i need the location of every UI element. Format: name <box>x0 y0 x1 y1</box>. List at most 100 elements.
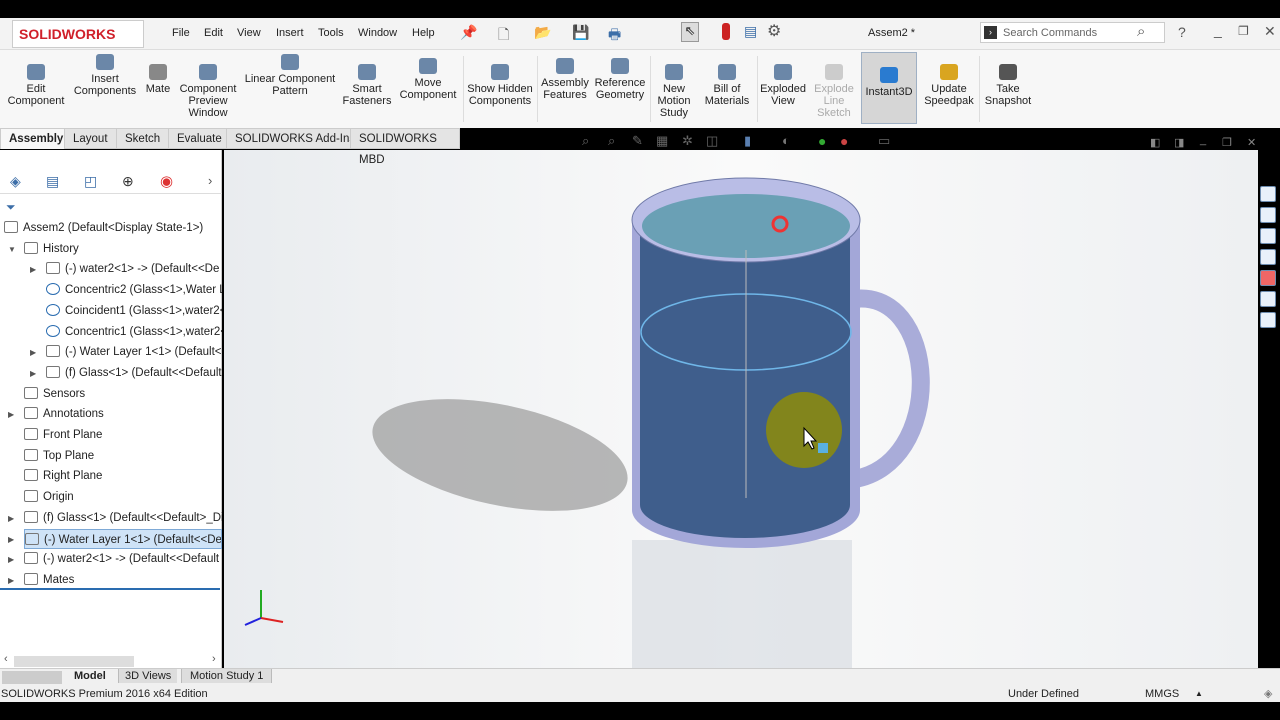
section-view-icon[interactable]: ▦ <box>656 133 668 149</box>
tab-3d-views[interactable]: 3D Views <box>118 669 178 683</box>
tree-item[interactable]: Annotations <box>24 404 222 424</box>
tree-rollback-bar[interactable] <box>0 588 220 590</box>
expand-panel-icon[interactable]: › <box>208 173 212 188</box>
tree-item[interactable]: Origin <box>24 487 222 507</box>
print-icon[interactable]: 🖶 <box>608 24 621 48</box>
expand-arrow-icon[interactable]: ▼ <box>8 245 16 254</box>
view-settings-icon[interactable]: ▭ <box>878 133 890 149</box>
forum-icon[interactable] <box>1260 312 1276 328</box>
expand-arrow-icon[interactable]: ▶ <box>8 410 14 419</box>
design-library-icon[interactable] <box>1260 207 1276 223</box>
dimxpert-icon[interactable]: ⊕ <box>122 173 134 190</box>
tree-item[interactable]: (f) Glass<1> (Default<<Default <box>46 363 222 383</box>
expand-arrow-icon[interactable]: ▶ <box>8 576 14 585</box>
search-commands[interactable]: › Search Commands ⌕ <box>980 22 1165 43</box>
filter-icon[interactable]: ⏷ <box>6 200 16 215</box>
new-motion-study-button[interactable]: New Motion Study <box>652 64 696 119</box>
scroll-left-icon[interactable]: ‹ <box>4 653 8 665</box>
tab-motion-study-1[interactable]: Motion Study 1 <box>181 669 273 683</box>
menu-tools[interactable]: Tools <box>318 27 344 39</box>
hide-show-icon[interactable]: ◐ <box>782 133 790 148</box>
zoom-area-icon[interactable]: ⌕ <box>608 133 615 149</box>
minimize-icon[interactable]: _ <box>1214 22 1222 38</box>
previous-view-icon[interactable]: ✎ <box>632 133 643 149</box>
view-palette-icon[interactable] <box>1260 249 1276 265</box>
tab-model[interactable]: Model <box>74 670 106 682</box>
expand-arrow-icon[interactable]: ▶ <box>8 535 14 544</box>
tab-addins[interactable]: SOLIDWORKS Add-Ins <box>226 128 365 149</box>
property-manager-icon[interactable]: ▤ <box>46 173 59 190</box>
view-orientation-icon[interactable]: ◫ <box>706 133 718 149</box>
custom-properties-icon[interactable] <box>1260 291 1276 307</box>
scroll-right-icon[interactable]: › <box>212 653 216 665</box>
tile-right-icon[interactable]: ◨ <box>1174 136 1184 149</box>
tree-item[interactable]: Sensors <box>24 384 222 404</box>
units-up-icon[interactable]: ▲ <box>1195 686 1203 702</box>
assembly-features-button[interactable]: Assembly Features <box>540 58 590 101</box>
tab-scroll-arrows[interactable] <box>2 671 62 684</box>
tree-item[interactable]: Top Plane <box>24 446 222 466</box>
expand-arrow-icon[interactable]: ▶ <box>30 369 36 378</box>
tree-item[interactable]: (f) Glass<1> (Default<<Default>_Di <box>24 508 222 528</box>
help-icon[interactable]: ? <box>1178 24 1186 40</box>
search-icon[interactable]: ⌕ <box>1137 23 1145 40</box>
tab-assembly[interactable]: Assembly <box>0 128 73 149</box>
show-hidden-components-button[interactable]: Show Hidden Components <box>466 64 534 107</box>
units-selector[interactable]: MMGS <box>1145 686 1179 702</box>
select-icon[interactable]: ⇖ <box>681 22 699 42</box>
tree-item[interactable]: History <box>24 239 222 259</box>
edit-component-button[interactable]: Edit Component <box>4 64 68 107</box>
menu-window[interactable]: Window <box>358 27 397 39</box>
tree-item[interactable]: Assem2 (Default<Display State-1>) <box>4 218 222 238</box>
configuration-manager-icon[interactable]: ◰ <box>84 173 97 190</box>
insert-components-button[interactable]: Insert Components <box>70 54 140 97</box>
new-file-icon[interactable]: 🗋 <box>498 24 509 48</box>
appearances-icon[interactable] <box>1260 270 1276 286</box>
display-manager-icon[interactable]: ◉ <box>160 172 173 190</box>
update-speedpak-button[interactable]: Update Speedpak <box>920 64 978 107</box>
solidworks-logo[interactable]: SOLIDWORKS <box>12 20 144 48</box>
viewport-restore-icon[interactable]: ❐ <box>1222 136 1232 149</box>
move-component-button[interactable]: Move Component <box>396 58 460 101</box>
file-properties-icon[interactable]: ▤ <box>744 23 757 40</box>
open-icon[interactable]: 📂 <box>534 24 551 41</box>
options-gear-icon[interactable]: ⚙ <box>767 21 781 41</box>
component-preview-window-button[interactable]: Component Preview Window <box>176 64 240 119</box>
menu-help[interactable]: Help <box>412 27 435 39</box>
search-input[interactable]: Search Commands <box>1003 27 1097 39</box>
viewport-close-icon[interactable]: ✕ <box>1247 136 1256 149</box>
tile-left-icon[interactable]: ◧ <box>1150 136 1160 149</box>
solidworks-resources-icon[interactable] <box>1260 186 1276 202</box>
horizontal-scrollbar[interactable] <box>14 656 134 667</box>
menu-file[interactable]: File <box>172 27 190 39</box>
expand-arrow-icon[interactable]: ▶ <box>30 348 36 357</box>
tree-item[interactable]: Concentric1 (Glass<1>,water2< <box>46 322 222 342</box>
mug-model[interactable] <box>224 150 1258 668</box>
expand-arrow-icon[interactable]: ▶ <box>30 265 36 274</box>
tree-item[interactable]: Concentric2 (Glass<1>,Water L <box>46 280 222 300</box>
mate-button[interactable]: Mate <box>142 64 174 95</box>
rebuild-icon[interactable] <box>722 23 730 40</box>
pin-icon[interactable]: 📌 <box>460 24 477 41</box>
tab-evaluate[interactable]: Evaluate <box>168 128 231 149</box>
zoom-to-fit-icon[interactable]: ⌕ <box>582 133 589 149</box>
tree-item[interactable]: Right Plane <box>24 466 222 486</box>
tree-item[interactable]: (-) Water Layer 1<1> (Default<- <box>46 342 222 362</box>
tab-layout[interactable]: Layout <box>64 128 117 149</box>
tab-mbd[interactable]: SOLIDWORKS MBD <box>350 128 460 166</box>
tab-sketch[interactable]: Sketch <box>116 128 170 149</box>
instant3d-button[interactable]: Instant3D <box>861 52 917 124</box>
dynamic-annotation-icon[interactable]: ✲ <box>682 133 693 149</box>
take-snapshot-button[interactable]: Take Snapshot <box>982 64 1034 107</box>
smart-fasteners-button[interactable]: Smart Fasteners <box>340 64 394 107</box>
tree-item[interactable]: (-) water2<1> -> (Default<<Default <box>24 549 222 569</box>
exploded-view-button[interactable]: Exploded View <box>760 64 806 107</box>
restore-icon[interactable]: ❐ <box>1238 24 1249 38</box>
menu-view[interactable]: View <box>237 27 261 39</box>
tree-item[interactable]: (-) Water Layer 1<1> (Default<<Def <box>24 528 222 549</box>
tree-item[interactable]: (-) water2<1> -> (Default<<De <box>46 259 222 279</box>
menu-insert[interactable]: Insert <box>276 27 304 39</box>
close-icon[interactable]: ✕ <box>1264 23 1276 40</box>
apply-scene-icon[interactable]: ● <box>840 133 848 149</box>
reference-geometry-button[interactable]: Reference Geometry <box>592 58 648 101</box>
